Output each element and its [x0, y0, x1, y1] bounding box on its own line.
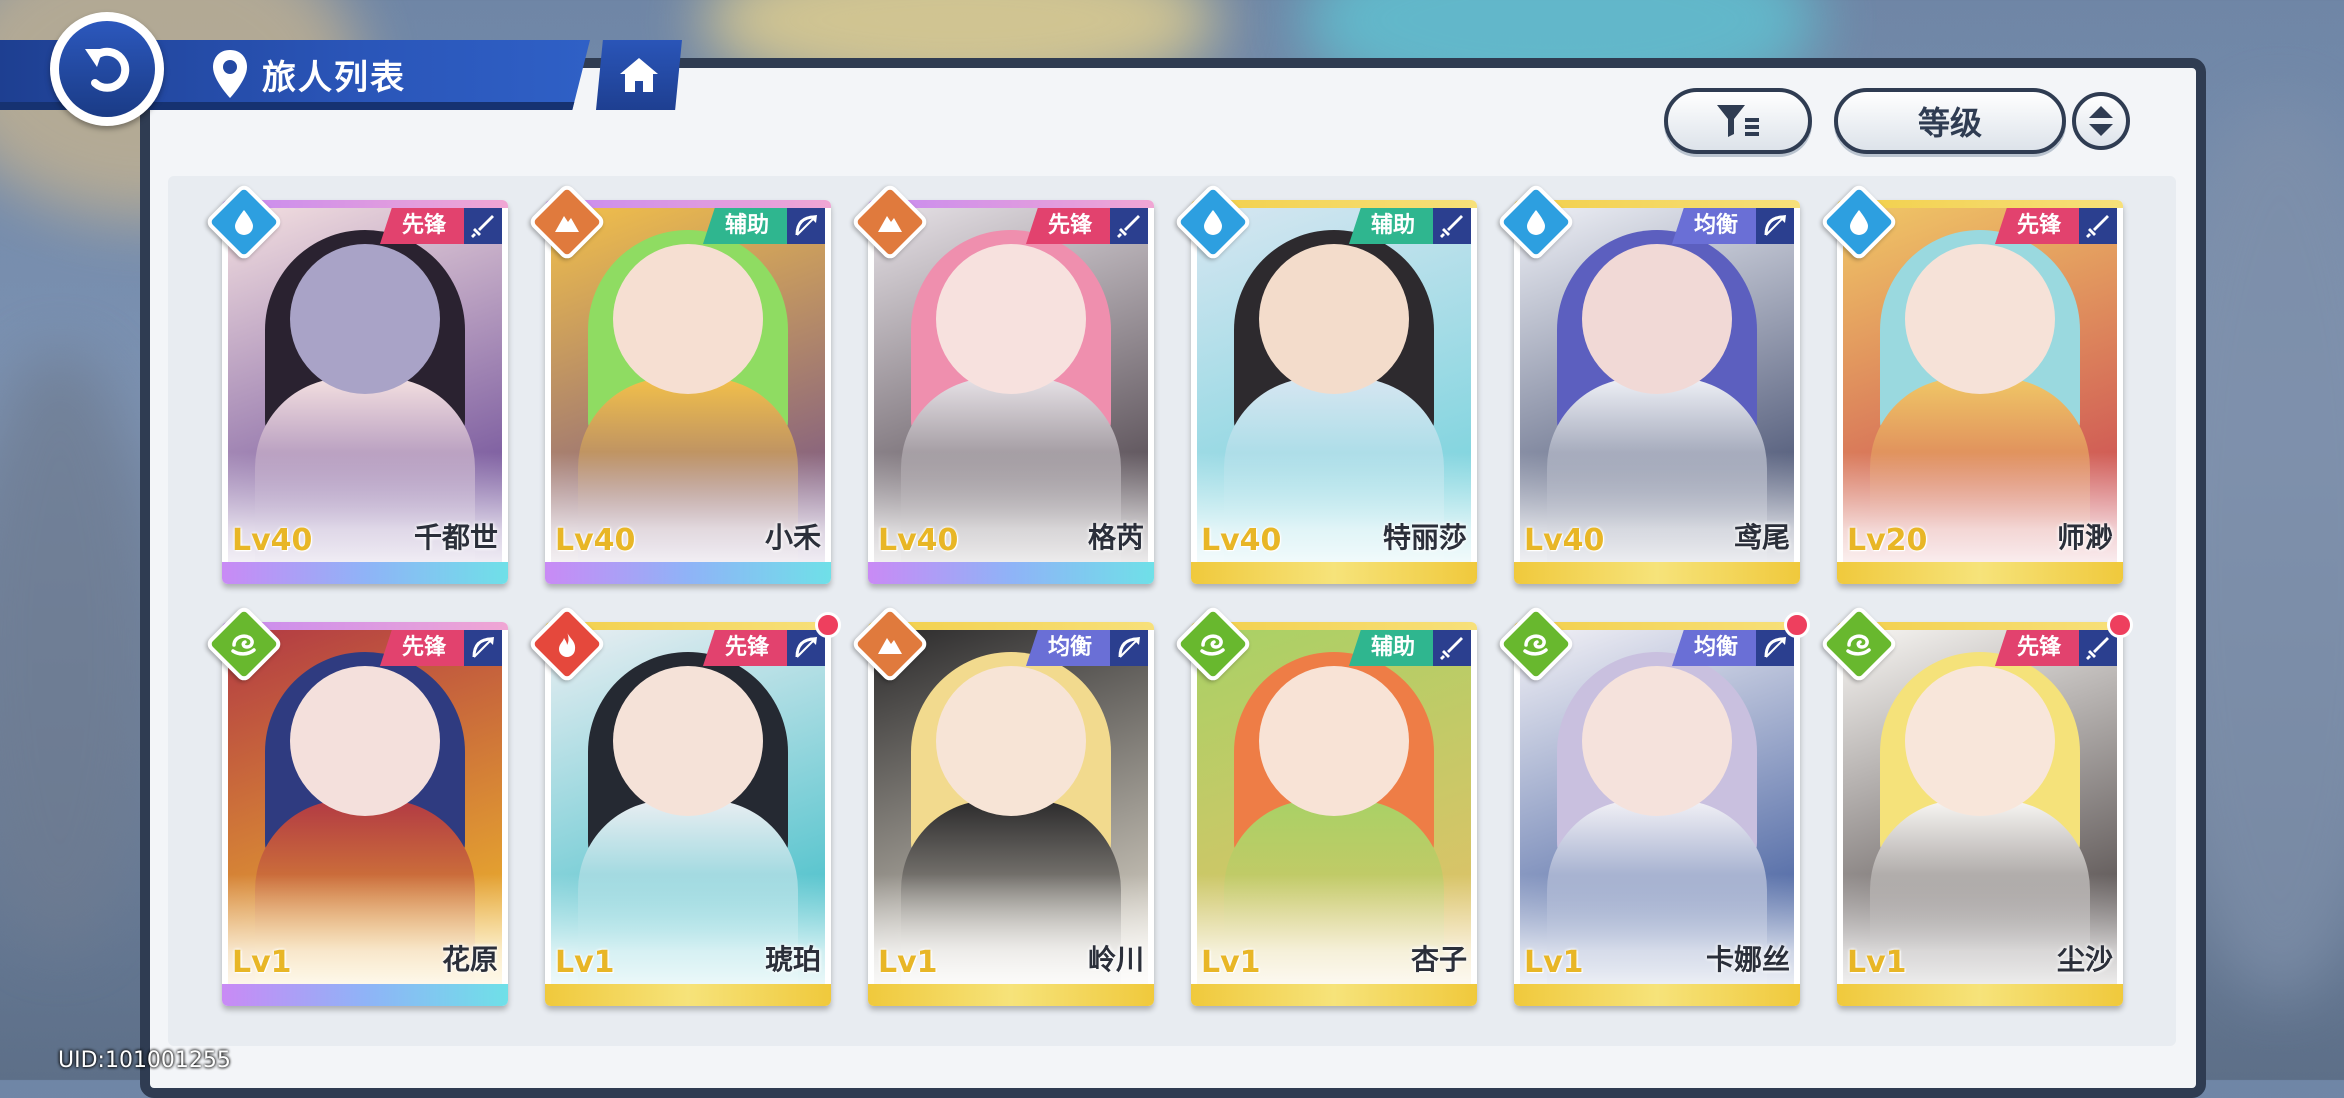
card-frame-bottom: [545, 562, 831, 584]
sword-icon: [1433, 630, 1471, 666]
character-card[interactable]: 先锋 Lv1 琥珀: [545, 622, 831, 1006]
role-tag: 均衡: [1671, 208, 1756, 244]
location-pin-icon: [213, 50, 247, 98]
bow-icon: [1110, 630, 1148, 666]
character-portrait: [1197, 208, 1471, 562]
character-portrait: [874, 208, 1148, 562]
character-level: Lv1: [1201, 945, 1261, 980]
character-portrait: [1843, 630, 2117, 984]
character-portrait: [1520, 208, 1794, 562]
character-level: Lv40: [878, 523, 959, 558]
character-card[interactable]: 辅助 Lv1 杏子: [1191, 622, 1477, 1006]
bow-icon: [787, 208, 825, 244]
card-frame-bottom: [1191, 562, 1477, 584]
role-tag: 先锋: [1994, 630, 2079, 666]
character-level: Lv40: [555, 523, 636, 558]
character-name: 尘沙: [2056, 943, 2113, 976]
filter-button[interactable]: [1664, 88, 1812, 154]
character-card[interactable]: 先锋 Lv1 花原: [222, 622, 508, 1006]
new-indicator-dot: [2107, 612, 2133, 638]
page-title: 旅人列表: [262, 58, 406, 98]
role-tag: 辅助: [1348, 208, 1433, 244]
home-icon: [620, 58, 658, 92]
card-frame-bottom: [1514, 984, 1800, 1006]
role-tag: 先锋: [1994, 208, 2079, 244]
character-portrait: [228, 630, 502, 984]
new-indicator-dot: [1784, 612, 1810, 638]
card-frame-bottom: [868, 562, 1154, 584]
role-tag: 辅助: [1348, 630, 1433, 666]
character-name: 杏子: [1410, 943, 1467, 976]
role-tag: 均衡: [1671, 630, 1756, 666]
character-portrait: [1843, 208, 2117, 562]
character-level: Lv1: [878, 945, 938, 980]
character-card[interactable]: 辅助 Lv40 特丽莎: [1191, 200, 1477, 584]
role-tag: 先锋: [379, 630, 464, 666]
bow-icon: [464, 630, 502, 666]
character-name: 小禾: [764, 521, 821, 554]
character-portrait: [551, 630, 825, 984]
character-card[interactable]: 均衡 Lv1 岭川: [868, 622, 1154, 1006]
character-card[interactable]: 辅助 Lv40 小禾: [545, 200, 831, 584]
role-tag: 辅助: [702, 208, 787, 244]
sword-icon: [1433, 208, 1471, 244]
filter-icon: [1717, 105, 1759, 137]
character-portrait: [874, 630, 1148, 984]
user-id: UID:101001255: [58, 1048, 231, 1073]
character-portrait: [228, 208, 502, 562]
sort-dropdown[interactable]: 等级: [1834, 88, 2066, 154]
character-card[interactable]: 先锋 Lv40 格芮: [868, 200, 1154, 584]
home-button[interactable]: [596, 40, 682, 110]
character-portrait: [1520, 630, 1794, 984]
character-name: 特丽莎: [1382, 521, 1467, 554]
character-name: 格芮: [1087, 521, 1144, 554]
character-level: Lv40: [232, 523, 313, 558]
card-frame-bottom: [868, 984, 1154, 1006]
character-level: Lv40: [1524, 523, 1605, 558]
card-frame-bottom: [1514, 562, 1800, 584]
role-tag: 先锋: [379, 208, 464, 244]
back-arrow-icon: [85, 47, 130, 92]
sort-order-toggle[interactable]: [2072, 92, 2130, 150]
character-name: 鸢尾: [1733, 521, 1790, 554]
character-card[interactable]: 先锋 Lv40 千都世: [222, 200, 508, 584]
character-level: Lv40: [1201, 523, 1282, 558]
character-name: 卡娜丝: [1705, 943, 1790, 976]
character-card[interactable]: 均衡 Lv40 鸢尾: [1514, 200, 1800, 584]
card-frame-bottom: [1837, 984, 2123, 1006]
card-frame-bottom: [222, 984, 508, 1006]
card-frame-bottom: [545, 984, 831, 1006]
back-button[interactable]: [50, 12, 164, 126]
sword-icon: [1110, 208, 1148, 244]
role-tag: 先锋: [1025, 208, 1110, 244]
role-tag: 先锋: [702, 630, 787, 666]
character-portrait: [551, 208, 825, 562]
card-frame-bottom: [1837, 562, 2123, 584]
card-frame-bottom: [1191, 984, 1477, 1006]
character-level: Lv1: [1847, 945, 1907, 980]
character-card[interactable]: 先锋 Lv20 师渺: [1837, 200, 2123, 584]
character-level: Lv1: [1524, 945, 1584, 980]
character-level: Lv1: [232, 945, 292, 980]
character-level: Lv1: [555, 945, 615, 980]
character-name: 千都世: [413, 521, 498, 554]
character-name: 岭川: [1087, 943, 1144, 976]
sword-icon: [2079, 208, 2117, 244]
character-portrait: [1197, 630, 1471, 984]
character-name: 花原: [441, 943, 498, 976]
character-card[interactable]: 均衡 Lv1 卡娜丝: [1514, 622, 1800, 1006]
character-name: 师渺: [2056, 521, 2113, 554]
bow-icon: [1756, 208, 1794, 244]
card-frame-bottom: [222, 562, 508, 584]
character-level: Lv20: [1847, 523, 1928, 558]
sword-icon: [464, 208, 502, 244]
role-tag: 均衡: [1025, 630, 1110, 666]
sort-arrows-icon: [2089, 106, 2113, 136]
character-card[interactable]: 先锋 Lv1 尘沙: [1837, 622, 2123, 1006]
character-name: 琥珀: [764, 943, 821, 976]
new-indicator-dot: [815, 612, 841, 638]
